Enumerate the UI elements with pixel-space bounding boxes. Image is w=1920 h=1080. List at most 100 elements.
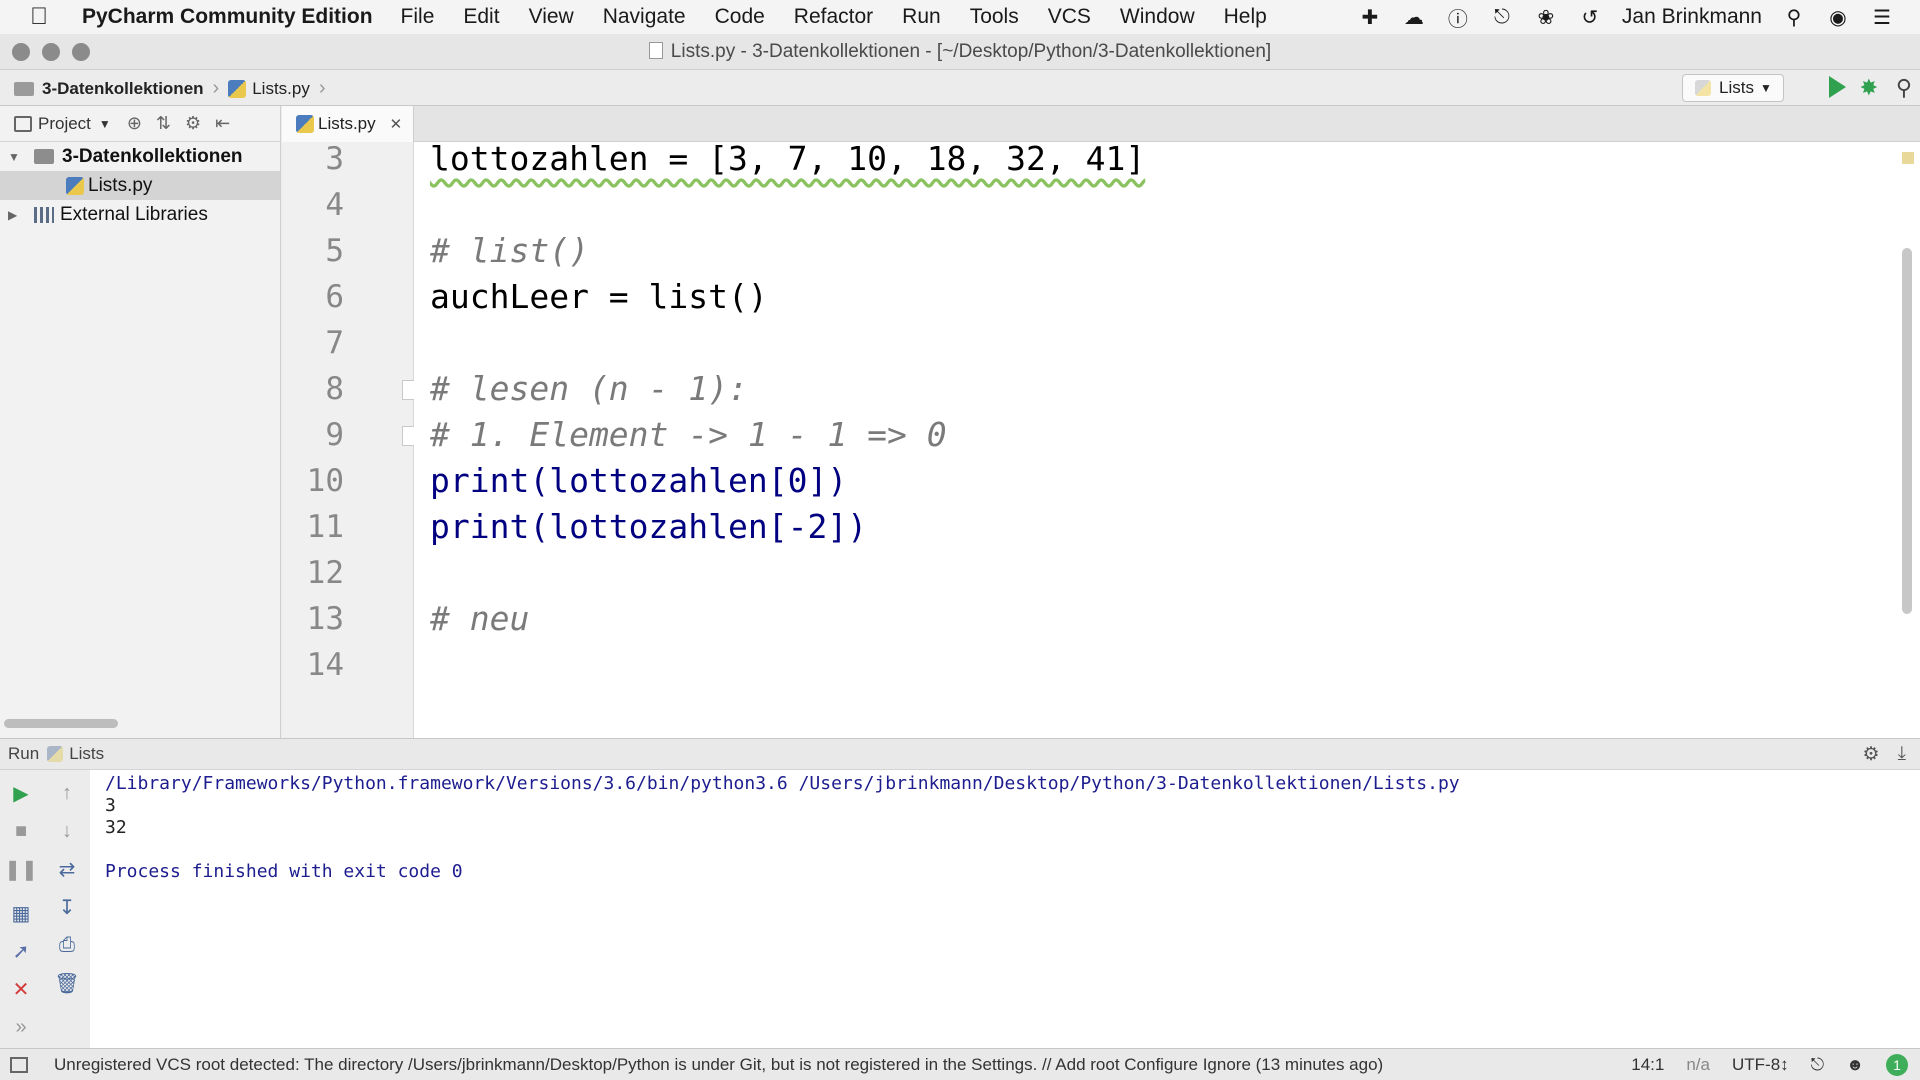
vertical-scrollbar[interactable] <box>1902 248 1912 614</box>
menu-edit[interactable]: Edit <box>463 5 499 29</box>
python-file-icon <box>66 176 84 195</box>
plus-tray-icon[interactable]: ✚ <box>1358 5 1382 29</box>
menu-vcs[interactable]: VCS <box>1048 5 1091 29</box>
restore-layout-icon[interactable]: ▦ <box>8 900 34 926</box>
tree-external-label: External Libraries <box>60 203 208 225</box>
siri-icon[interactable]: ◉ <box>1826 5 1850 29</box>
print-icon[interactable]: ⎙ <box>54 932 80 958</box>
code-editor[interactable]: lottozahlen = [3, 7, 10, 18, 32, 41] # l… <box>414 142 1920 738</box>
stop-icon[interactable]: ■ <box>8 818 34 844</box>
tool-windows-icon[interactable] <box>10 1056 28 1073</box>
project-view-select[interactable]: Project <box>38 114 91 134</box>
project-tool-window: Project ▼ ⊕ ⇅ ⚙ ⇤ ▼ 3-Datenkollektionen … <box>0 106 281 738</box>
status-right: 14:1 n/a UTF-8↕ ⎋ ☻ 1 <box>1631 1053 1908 1076</box>
menu-window[interactable]: Window <box>1120 5 1195 29</box>
run-configuration-label: Lists <box>1719 78 1754 97</box>
apple-icon[interactable]:  <box>30 3 60 31</box>
navigation-bar: 3-Datenkollektionen › Lists.py › Lists ▼… <box>0 70 1920 106</box>
rerun-icon[interactable]: ▶ <box>8 780 34 806</box>
cloud-tray-icon[interactable]: ☁ <box>1402 5 1426 29</box>
breadcrumb-file[interactable]: Lists.py <box>252 79 310 99</box>
user-name[interactable]: Jan Brinkmann <box>1622 5 1762 29</box>
status-bar: Unregistered VCS root detected: The dire… <box>0 1048 1920 1080</box>
file-encoding[interactable]: UTF-8↕ <box>1732 1055 1789 1075</box>
menu-help[interactable]: Help <box>1224 5 1267 29</box>
code-line: # lesen (n - 1): <box>414 366 1920 412</box>
tree-file-label: Lists.py <box>88 174 153 196</box>
tab-lists-py[interactable]: Lists.py ✕ <box>282 106 414 142</box>
hide-icon[interactable]: ⤓ <box>1898 743 1906 766</box>
breadcrumb-project[interactable]: 3-Datenkollektionen <box>42 79 204 99</box>
caret-position[interactable]: 14:1 <box>1631 1055 1664 1075</box>
run-button[interactable] <box>1829 76 1846 98</box>
menu-navigate[interactable]: Navigate <box>603 5 686 29</box>
line-number: 7 <box>325 325 344 361</box>
python-file-icon <box>296 115 314 133</box>
down-arrow-icon[interactable]: ↓ <box>54 818 80 844</box>
trash-icon[interactable]: 🗑 <box>54 970 80 996</box>
run-console-output[interactable]: /Library/Frameworks/Python.framework/Ver… <box>90 770 1920 1048</box>
app-menu[interactable]: PyCharm Community Edition <box>82 5 373 29</box>
tree-item-lists-py[interactable]: Lists.py <box>0 171 280 200</box>
notification-center-icon[interactable]: ☰ <box>1870 5 1894 29</box>
inspector-icon[interactable]: ☻ <box>1846 1055 1864 1075</box>
close-icon[interactable]: ✕ <box>8 976 34 1002</box>
hide-pane-icon[interactable]: ⇤ <box>215 113 230 134</box>
collapse-all-icon[interactable]: ⇅ <box>156 113 171 134</box>
tree-item-external-libraries[interactable]: ▶ External Libraries <box>0 200 280 229</box>
vcs-notification[interactable]: Unregistered VCS root detected: The dire… <box>54 1055 1383 1075</box>
lock-icon[interactable]: ⎋ <box>1811 1055 1824 1075</box>
info-tray-icon[interactable]: ⓘ <box>1446 5 1470 31</box>
debug-button[interactable]: ✸ <box>1860 75 1878 101</box>
collapsed-arrow-icon[interactable]: ▶ <box>8 208 20 222</box>
scroll-to-end-icon[interactable]: ↧ <box>54 894 80 920</box>
python-file-icon <box>228 79 247 98</box>
menu-run[interactable]: Run <box>902 5 941 29</box>
line-number-gutter: 3 4 5 6 7 8 9 10 11 12 13 14 <box>282 142 414 738</box>
up-arrow-icon[interactable]: ↑ <box>54 780 80 806</box>
editor-tab-bar: Lists.py ✕ <box>282 106 1920 142</box>
horizontal-scrollbar[interactable] <box>4 719 118 728</box>
tab-label: Lists.py <box>318 114 376 133</box>
macos-menubar:  PyCharm Community Edition File Edit Vi… <box>0 0 1920 34</box>
run-command: /Library/Frameworks/Python.framework/Ver… <box>105 773 1460 794</box>
event-log-badge[interactable]: 1 <box>1886 1053 1908 1076</box>
code-line: print(lottozahlen[-2]) <box>414 504 1920 550</box>
run-tool-window-header: Run Lists ⚙ ⤓ <box>0 738 1920 770</box>
soft-wrap-icon[interactable]: ⇄ <box>54 856 80 882</box>
code-line <box>414 182 1920 228</box>
chevron-down-icon[interactable]: ▼ <box>99 117 111 131</box>
expanded-arrow-icon[interactable]: ▼ <box>8 150 20 164</box>
scroll-from-source-icon[interactable]: ⊕ <box>127 113 142 134</box>
code-line <box>414 550 1920 596</box>
chevron-down-icon: ▼ <box>1759 81 1772 95</box>
menu-refactor[interactable]: Refactor <box>794 5 873 29</box>
inspection-marker[interactable] <box>1902 152 1914 164</box>
code-line: auchLeer = list() <box>414 274 1920 320</box>
run-configuration-select[interactable]: Lists ▼ <box>1682 74 1784 102</box>
menu-tools[interactable]: Tools <box>970 5 1019 29</box>
close-icon[interactable]: ✕ <box>390 115 403 133</box>
line-separator[interactable]: n/a <box>1686 1055 1710 1075</box>
python-file-icon <box>1695 80 1711 96</box>
leaf-tray-icon[interactable]: ❀ <box>1534 5 1558 29</box>
menu-view[interactable]: View <box>529 5 574 29</box>
gear-icon[interactable]: ⚙ <box>1863 743 1880 766</box>
run-header-actions: ⚙ ⤓ <box>1863 743 1906 766</box>
python-file-icon <box>47 746 64 762</box>
menu-code[interactable]: Code <box>715 5 765 29</box>
menu-file[interactable]: File <box>401 5 435 29</box>
tree-item-root[interactable]: ▼ 3-Datenkollektionen <box>0 142 280 171</box>
run-config-tab[interactable]: Lists <box>69 744 104 764</box>
folder-icon <box>34 149 54 164</box>
code-text: print(lottozahlen[0]) <box>430 461 848 500</box>
more-icon[interactable]: » <box>8 1014 34 1040</box>
pin-icon[interactable]: ➚ <box>8 938 34 964</box>
gear-icon[interactable]: ⚙ <box>185 113 201 134</box>
lock-tray-icon[interactable]: ⎋ <box>1490 5 1514 29</box>
pause-icon[interactable]: ❚❚ <box>4 856 38 882</box>
search-everywhere-button[interactable]: ⚲ <box>1896 75 1912 101</box>
spotlight-search-icon[interactable]: ⚲ <box>1782 5 1806 29</box>
time-machine-icon[interactable]: ↺ <box>1578 5 1602 29</box>
